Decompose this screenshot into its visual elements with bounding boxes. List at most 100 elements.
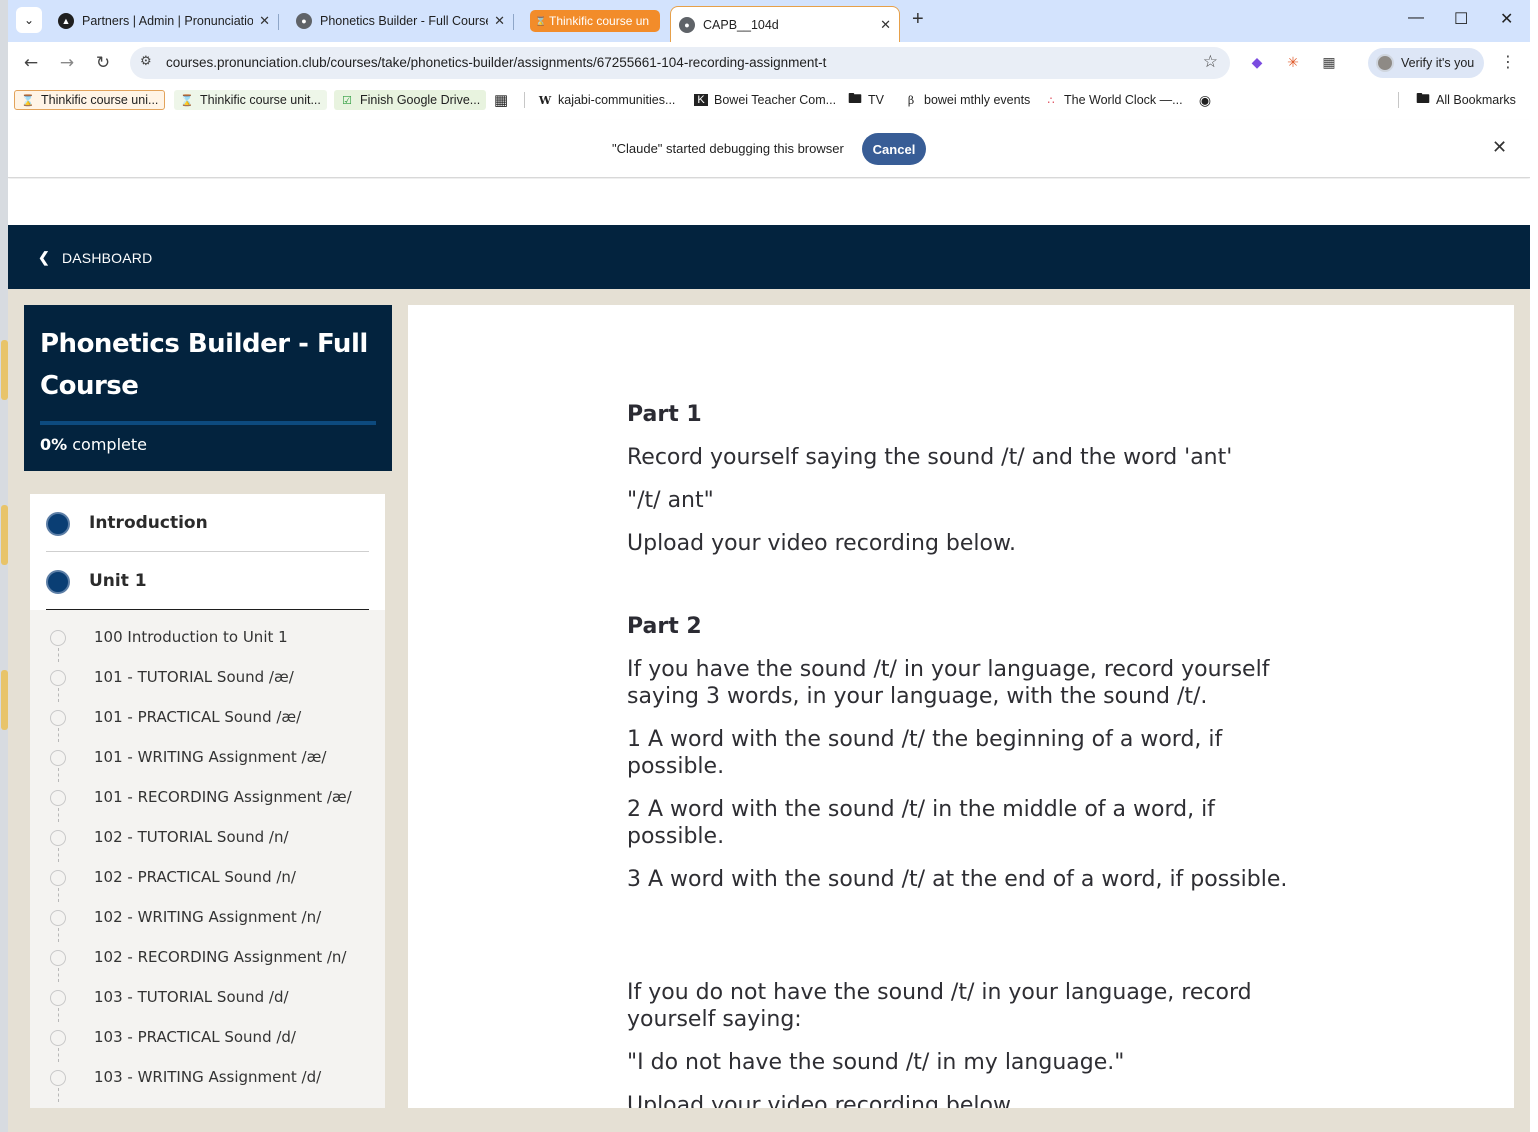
all-bookmarks-button[interactable]: 🖿 All Bookmarks [1416,90,1516,110]
extension-gem-icon[interactable]: ◆ [1247,53,1267,73]
new-tab-button[interactable]: + [912,8,924,31]
tab-close-icon[interactable]: ✕ [880,17,891,33]
hourglass-icon: ⌛ [21,94,35,107]
bookmark-google-drive[interactable]: ☑ Finish Google Drive... [334,90,487,110]
k-logo-icon: K [694,94,708,106]
part-1-instruction: Record yourself saying the sound /t/ and… [627,445,1233,470]
chapter-status-icon [46,570,70,594]
site-settings-icon[interactable]: ⚙ [140,54,152,69]
lesson-title: 103 - TUTORIAL Sound /d/ [94,988,289,1006]
reload-icon[interactable]: ↻ [91,51,115,75]
globe-icon: ◉ [1198,91,1212,108]
address-bar[interactable]: ⚙ courses.pronunciation.club/courses/tak… [130,47,1230,79]
bookmark-star-icon[interactable]: ☆ [1203,52,1218,72]
part-2-quote: "I do not have the sound /t/ in my langu… [627,1050,1125,1075]
claude-extension-icon[interactable]: ✳ [1283,53,1303,73]
lesson-status-icon [50,710,66,726]
hourglass-icon: ⌛ [180,94,194,107]
course-header: ❮ DASHBOARD [8,225,1530,289]
lesson-status-icon [50,750,66,766]
lesson-item[interactable]: 103 - WRITING Assignment /d/ [30,1058,385,1102]
lesson-status-icon [50,670,66,686]
back-arrow-icon[interactable]: ← [19,51,43,75]
tab-group-thinkific[interactable]: ⌛ Thinkific course un [522,6,672,36]
desktop-right-edge [1530,0,1538,1132]
part-2-intro: If you have the sound /t/ in your langua… [627,657,1270,709]
bookmark-world-clock[interactable]: ∴ The World Clock —... [1044,90,1183,110]
page-top-spacer [8,179,1530,225]
course-title: Phonetics Builder - Full Course [40,329,368,401]
part-1-upload-note: Upload your video recording below. [627,531,1016,556]
lesson-title: 102 - TUTORIAL Sound /n/ [94,828,289,846]
bookmark-thinkific-1[interactable]: ⌛ Thinkific course uni... [14,90,166,110]
assignment-content: Part 1 Record yourself saying the sound … [408,305,1514,1108]
chevron-down-icon: ⌄ [23,13,35,27]
cancel-debugging-button[interactable]: Cancel [862,133,926,165]
lesson-status-icon [50,630,66,646]
lesson-title: 101 - TUTORIAL Sound /æ/ [94,668,294,686]
minimize-icon[interactable]: — [1408,9,1424,27]
lesson-item[interactable]: 102 - TUTORIAL Sound /n/ [30,818,385,862]
lesson-item[interactable]: 102 - WRITING Assignment /n/ [30,898,385,942]
lesson-item[interactable]: 103 - TUTORIAL Sound /d/ [30,978,385,1022]
folder-icon: 🖿 [1416,90,1430,106]
checkbox-icon: ☑ [342,94,352,107]
tab-close-icon[interactable]: ✕ [259,13,270,29]
triangle-logo-icon: ▲ [58,13,74,29]
avatar [1376,54,1394,72]
lesson-status-icon [50,790,66,806]
lesson-title: 102 - RECORDING Assignment /n/ [94,948,347,966]
lesson-item[interactable]: 101 - WRITING Assignment /æ/ [30,738,385,782]
lesson-item[interactable]: 101 - PRACTICAL Sound /æ/ [30,698,385,742]
lesson-title: 101 - RECORDING Assignment /æ/ [94,788,352,806]
lesson-item[interactable]: 101 - TUTORIAL Sound /æ/ [30,658,385,702]
lesson-status-icon [50,990,66,1006]
lesson-title: 102 - PRACTICAL Sound /n/ [94,868,296,886]
lesson-status-icon [50,870,66,886]
folder-icon: 🖿 [848,90,862,106]
profile-verify-button[interactable]: Verify it's you [1368,48,1484,78]
maximize-icon[interactable]: ☐ [1454,9,1468,29]
bookmark-bowei-events[interactable]: β bowei mthly events [904,90,1031,110]
forward-arrow-icon[interactable]: → [55,51,79,75]
chapter-list: Introduction Unit 1 100 Introduction to … [30,494,385,1132]
close-icon[interactable]: ✕ [1492,137,1507,158]
tab-close-icon[interactable]: ✕ [494,13,505,29]
lesson-status-icon [50,830,66,846]
browser-menu-icon[interactable]: ⋮ [1500,52,1516,71]
debugging-infobar: "Claude" started debugging this browser … [8,120,1530,178]
tab-capb-104d[interactable]: ● CAPB__104d ✕ [670,6,900,42]
tab-search-button[interactable]: ⌄ [16,7,42,33]
desktop-window-edge [1,505,8,565]
chevron-left-icon: ❮ [38,249,50,265]
lesson-item[interactable]: 103 - PRACTICAL Sound /d/ [30,1018,385,1062]
lesson-item[interactable]: 102 - PRACTICAL Sound /n/ [30,858,385,902]
desktop-left-edge [0,0,8,1132]
tab-partners-admin[interactable]: ▲ Partners | Admin | Pronunciation ✕ [50,6,279,36]
part-2-heading: Part 2 [627,614,702,639]
dots-logo-icon: ∴ [1047,94,1055,107]
lesson-item[interactable]: 100 Introduction to Unit 1 [30,618,385,662]
bookmark-kajabi[interactable]: Wkajabi-communities... [538,90,676,110]
chapter-unit-1[interactable]: Unit 1 [30,552,385,610]
lesson-status-icon [50,1030,66,1046]
bookmark-globe[interactable]: ◉ [1198,90,1218,110]
lesson-item[interactable]: 102 - RECORDING Assignment /n/ [30,938,385,982]
bookmark-bowei-teacher[interactable]: K Bowei Teacher Com... [694,90,836,110]
tab-strip: ⌄ ▲ Partners | Admin | Pronunciation ✕ ●… [8,0,1530,42]
part-1-phrase: "/t/ ant" [627,488,714,513]
tab-phonetics-builder[interactable]: ● Phonetics Builder - Full Course ✕ [288,6,514,36]
extensions-puzzle-icon[interactable]: ▦ [1319,53,1339,73]
dashboard-back-link[interactable]: ❮ DASHBOARD [38,249,152,266]
lesson-status-icon [50,1070,66,1086]
part-2-item-3: 3 A word with the sound /t/ at the end o… [627,867,1288,892]
lesson-title: 103 - WRITING Assignment /d/ [94,1068,322,1086]
apps-grid-icon[interactable]: ▦ [494,90,514,110]
chapter-introduction[interactable]: Introduction [30,494,385,552]
lesson-item[interactable]: 101 - RECORDING Assignment /æ/ [30,778,385,822]
bookmark-folder-tv[interactable]: 🖿 TV [848,90,884,110]
bookmark-thinkific-2[interactable]: ⌛ Thinkific course unit... [174,90,327,110]
window-close-icon[interactable]: ✕ [1500,9,1513,29]
part-2-upload-note: Upload your video recording below. [627,1093,1016,1108]
lesson-title: 102 - WRITING Assignment /n/ [94,908,322,926]
